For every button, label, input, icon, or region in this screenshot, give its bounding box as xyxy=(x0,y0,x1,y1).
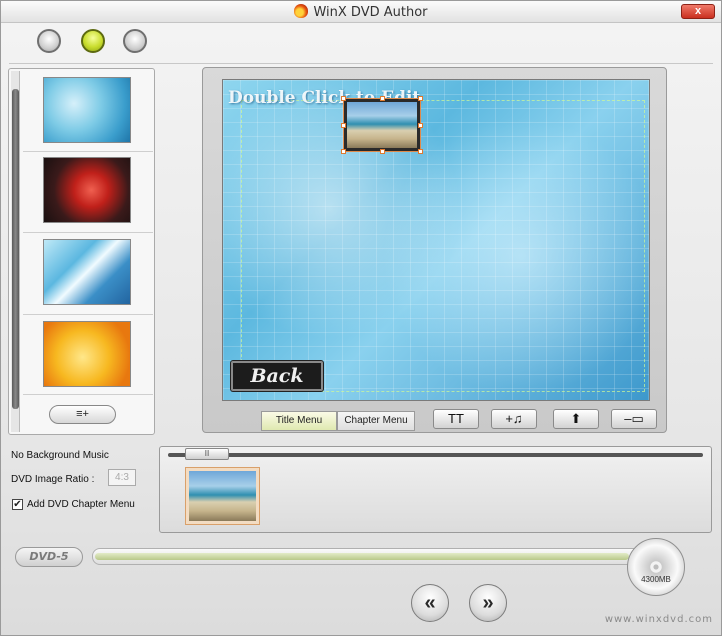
step-1-button[interactable] xyxy=(37,29,61,53)
resize-handle[interactable] xyxy=(380,96,385,101)
list-divider xyxy=(23,232,153,233)
app-flame-icon xyxy=(294,4,309,18)
watermark-text: www.winxdvd.com xyxy=(604,614,713,625)
tab-chapter-menu[interactable]: Chapter Menu xyxy=(337,411,415,431)
resize-handle[interactable] xyxy=(380,149,385,154)
chapter-menu-checkbox[interactable]: ✔ xyxy=(12,499,23,510)
add-music-button[interactable]: +♫ xyxy=(491,409,537,429)
toolbar-divider xyxy=(9,63,713,64)
beach-image xyxy=(347,102,417,148)
tab-title-menu[interactable]: Title Menu xyxy=(261,411,337,431)
step-3-button[interactable] xyxy=(123,29,147,53)
dvd-type-selector[interactable]: DVD-5 xyxy=(15,547,83,567)
resize-handle[interactable] xyxy=(418,149,423,154)
preview-toolbar: Title Menu Chapter Menu TT +♫ ⬆ –▭ xyxy=(203,406,666,432)
remove-button[interactable]: –▭ xyxy=(611,409,657,429)
add-text-button[interactable]: TT xyxy=(433,409,479,429)
list-divider xyxy=(23,151,153,152)
background-list-panel: ≡+ xyxy=(8,68,155,435)
resize-handle[interactable] xyxy=(341,149,346,154)
move-up-button[interactable]: ⬆ xyxy=(553,409,599,429)
disc-capacity-bar xyxy=(92,548,672,565)
menu-preview-frame: Double Click to Edit Back Title Menu Cha… xyxy=(202,67,667,433)
window-title: WinX DVD Author xyxy=(1,4,721,20)
list-divider xyxy=(23,394,153,395)
capacity-fill xyxy=(95,553,629,560)
background-thumb-red-roses[interactable] xyxy=(43,157,131,223)
app-window: WinX DVD Author x ≡+ Double Click to Edi… xyxy=(0,0,722,636)
scrollbar-thumb[interactable] xyxy=(12,89,19,409)
window-title-text: WinX DVD Author xyxy=(313,5,428,20)
beach-image xyxy=(189,471,256,521)
image-ratio-select[interactable]: 4:3 xyxy=(108,469,136,486)
next-button[interactable]: » xyxy=(469,584,507,622)
background-thumb-yellow-bubbles[interactable] xyxy=(43,321,131,387)
step-2-button[interactable] xyxy=(81,29,105,53)
background-list-scrollbar[interactable] xyxy=(11,71,20,432)
disc-icon: 4300MB xyxy=(627,538,685,596)
resize-handle[interactable] xyxy=(418,123,423,128)
image-ratio-label: DVD Image Ratio : xyxy=(11,474,95,485)
background-thumb-blue-crystal[interactable] xyxy=(43,77,131,143)
add-menu-button[interactable]: ≡+ xyxy=(49,405,116,424)
timeline-handle[interactable]: II xyxy=(185,448,229,460)
title-bar: WinX DVD Author x xyxy=(1,1,721,23)
previous-button[interactable]: « xyxy=(411,584,449,622)
title-timeline: II xyxy=(159,446,712,533)
list-divider xyxy=(23,314,153,315)
background-music-label[interactable]: No Background Music xyxy=(11,450,109,461)
step-toolbar xyxy=(15,27,715,57)
background-thumb-blue-wave[interactable] xyxy=(43,239,131,305)
timeline-track xyxy=(168,453,703,457)
resize-handle[interactable] xyxy=(418,96,423,101)
close-button[interactable]: x xyxy=(681,4,715,19)
add-menu-icon: ≡+ xyxy=(76,408,89,420)
safe-area-guide xyxy=(241,100,645,392)
timeline-title-thumbnail[interactable] xyxy=(185,467,260,525)
chapter-thumbnail[interactable] xyxy=(341,96,423,154)
chapter-menu-label: Add DVD Chapter Menu xyxy=(27,499,135,510)
capacity-label: 4300MB xyxy=(641,575,671,584)
menu-preview-canvas[interactable]: Double Click to Edit Back xyxy=(222,79,650,401)
back-button[interactable]: Back xyxy=(231,361,323,391)
resize-handle[interactable] xyxy=(341,96,346,101)
resize-handle[interactable] xyxy=(341,123,346,128)
